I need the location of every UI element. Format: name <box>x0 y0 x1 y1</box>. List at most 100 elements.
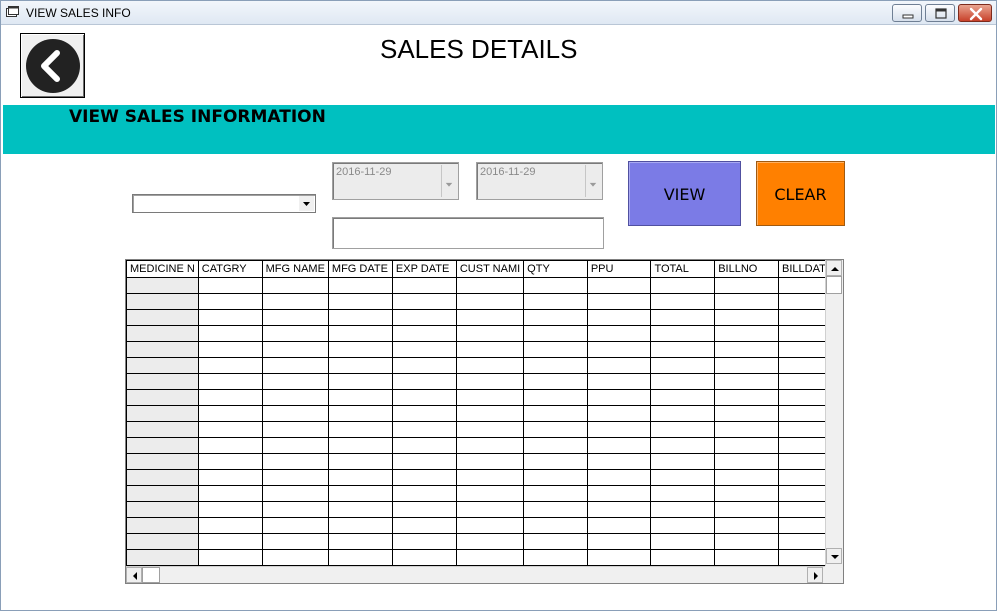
table-cell[interactable] <box>523 453 588 470</box>
row-header-cell[interactable] <box>126 373 199 390</box>
table-cell[interactable] <box>327 341 393 358</box>
to-date-picker[interactable]: 2016-11-29 <box>476 162 603 200</box>
table-cell[interactable] <box>523 341 588 358</box>
table-cell[interactable] <box>261 325 329 342</box>
column-header[interactable]: EXP DATE <box>391 260 457 278</box>
table-cell[interactable] <box>586 357 652 374</box>
table-cell[interactable] <box>586 533 652 550</box>
table-cell[interactable] <box>391 517 457 534</box>
table-cell[interactable] <box>197 325 263 342</box>
table-cell[interactable] <box>455 453 525 470</box>
horizontal-scroll-thumb[interactable] <box>142 567 160 583</box>
table-cell[interactable] <box>261 373 329 390</box>
table-cell[interactable] <box>523 485 588 502</box>
table-cell[interactable] <box>714 309 780 326</box>
table-cell[interactable] <box>261 309 329 326</box>
from-date-picker[interactable]: 2016-11-29 <box>332 162 459 200</box>
chevron-down-icon[interactable] <box>441 165 456 197</box>
table-cell[interactable] <box>586 373 652 390</box>
table-cell[interactable] <box>523 437 588 454</box>
table-cell[interactable] <box>197 357 263 374</box>
table-cell[interactable] <box>523 293 588 310</box>
table-cell[interactable] <box>197 277 263 294</box>
table-row[interactable] <box>126 373 843 390</box>
table-row[interactable] <box>126 421 843 438</box>
scroll-down-button[interactable] <box>826 548 842 564</box>
table-cell[interactable] <box>650 309 716 326</box>
table-cell[interactable] <box>586 453 652 470</box>
table-cell[interactable] <box>523 517 588 534</box>
table-cell[interactable] <box>714 389 780 406</box>
table-cell[interactable] <box>523 533 588 550</box>
table-cell[interactable] <box>455 517 525 534</box>
table-cell[interactable] <box>391 533 457 550</box>
table-cell[interactable] <box>523 309 588 326</box>
table-row[interactable] <box>126 549 843 566</box>
table-row[interactable] <box>126 277 843 294</box>
vertical-scrollbar[interactable] <box>825 260 843 566</box>
table-cell[interactable] <box>586 549 652 566</box>
table-cell[interactable] <box>197 389 263 406</box>
table-cell[interactable] <box>714 533 780 550</box>
sales-data-grid[interactable]: MEDICINE N CATGRY MFG NAME MFG DATE EXP DATE… <box>125 259 844 584</box>
table-cell[interactable] <box>523 469 588 486</box>
table-cell[interactable] <box>197 501 263 518</box>
table-cell[interactable] <box>197 533 263 550</box>
table-cell[interactable] <box>327 549 393 566</box>
column-header[interactable]: MEDICINE N <box>126 260 199 278</box>
row-header-cell[interactable] <box>126 469 199 486</box>
row-header-cell[interactable] <box>126 453 199 470</box>
row-header-cell[interactable] <box>126 325 199 342</box>
table-cell[interactable] <box>261 501 329 518</box>
table-cell[interactable] <box>327 357 393 374</box>
table-cell[interactable] <box>327 469 393 486</box>
table-cell[interactable] <box>327 277 393 294</box>
table-cell[interactable] <box>261 533 329 550</box>
row-header-cell[interactable] <box>126 309 199 326</box>
table-cell[interactable] <box>455 405 525 422</box>
table-cell[interactable] <box>197 373 263 390</box>
table-cell[interactable] <box>586 277 652 294</box>
table-cell[interactable] <box>391 341 457 358</box>
table-cell[interactable] <box>327 293 393 310</box>
table-cell[interactable] <box>197 485 263 502</box>
table-cell[interactable] <box>455 373 525 390</box>
table-cell[interactable] <box>714 357 780 374</box>
table-row[interactable] <box>126 469 843 486</box>
row-header-cell[interactable] <box>126 293 199 310</box>
column-header[interactable]: CATGRY <box>197 260 263 278</box>
table-row[interactable] <box>126 357 843 374</box>
table-cell[interactable] <box>650 501 716 518</box>
column-header[interactable]: CUST NAMI <box>455 260 525 278</box>
table-row[interactable] <box>126 453 843 470</box>
table-cell[interactable] <box>455 293 525 310</box>
table-cell[interactable] <box>714 277 780 294</box>
table-cell[interactable] <box>327 405 393 422</box>
table-cell[interactable] <box>261 293 329 310</box>
table-cell[interactable] <box>714 501 780 518</box>
vertical-scroll-thumb[interactable] <box>826 276 842 294</box>
table-cell[interactable] <box>714 325 780 342</box>
filter-dropdown[interactable] <box>132 194 316 213</box>
minimize-button[interactable] <box>892 4 922 22</box>
table-cell[interactable] <box>327 501 393 518</box>
table-cell[interactable] <box>197 453 263 470</box>
table-cell[interactable] <box>714 517 780 534</box>
table-cell[interactable] <box>197 293 263 310</box>
table-cell[interactable] <box>523 373 588 390</box>
table-cell[interactable] <box>391 325 457 342</box>
table-cell[interactable] <box>261 485 329 502</box>
search-input[interactable] <box>332 217 604 249</box>
table-row[interactable] <box>126 341 843 358</box>
table-cell[interactable] <box>650 293 716 310</box>
table-cell[interactable] <box>650 485 716 502</box>
close-button[interactable] <box>958 4 992 22</box>
table-row[interactable] <box>126 437 843 454</box>
table-row[interactable] <box>126 485 843 502</box>
row-header-cell[interactable] <box>126 485 199 502</box>
table-cell[interactable] <box>261 277 329 294</box>
table-cell[interactable] <box>650 341 716 358</box>
table-cell[interactable] <box>586 293 652 310</box>
table-cell[interactable] <box>586 421 652 438</box>
table-cell[interactable] <box>523 549 588 566</box>
